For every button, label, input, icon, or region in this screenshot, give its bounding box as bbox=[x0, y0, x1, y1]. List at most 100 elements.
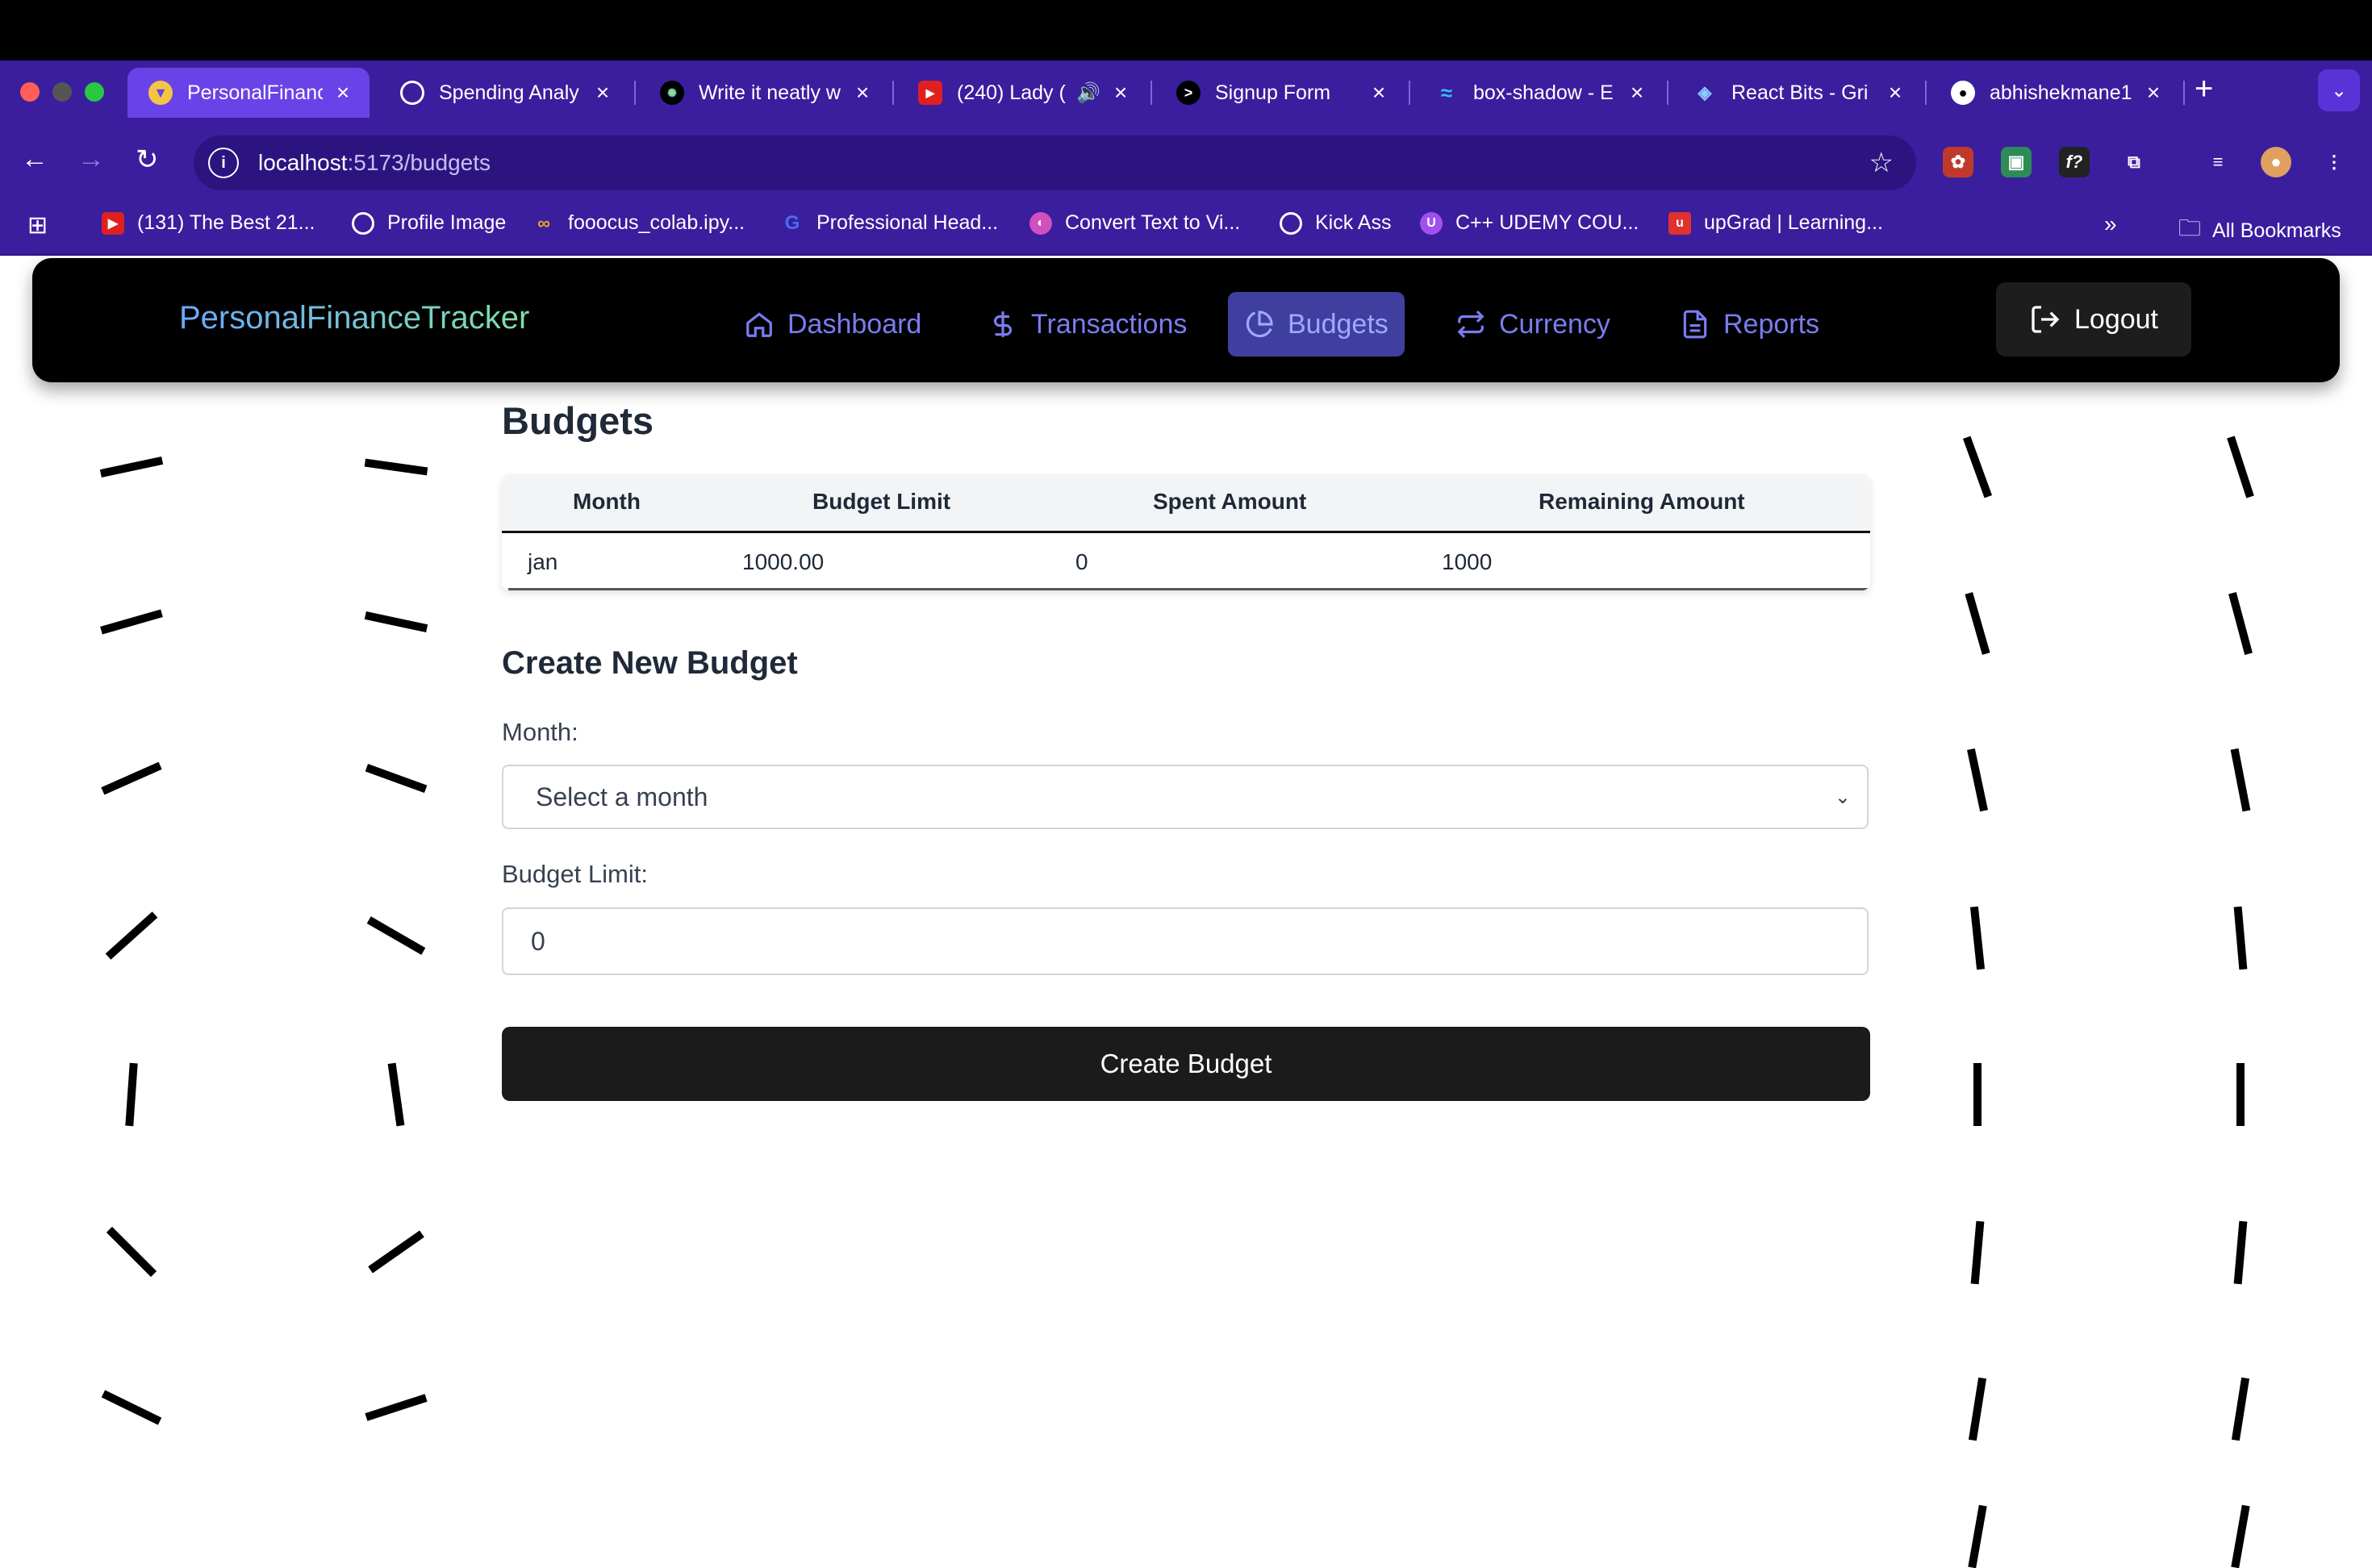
tab-separator bbox=[1925, 81, 1927, 105]
decorative-stick bbox=[99, 457, 164, 477]
budget-limit-input[interactable]: 0 bbox=[502, 907, 1869, 975]
close-tab-icon[interactable]: × bbox=[331, 80, 355, 106]
column-header-remaining-amount: Remaining Amount bbox=[1539, 489, 1745, 514]
bookmark-item[interactable]: Profile Image bbox=[352, 211, 506, 235]
browser-tab[interactable]: ● abhishekmane1 × bbox=[1930, 68, 2180, 118]
nav-currency[interactable]: Currency bbox=[1439, 292, 1627, 357]
top-black-bar bbox=[0, 0, 2372, 60]
app-navbar: PersonalFinanceTracker Dashboard Transac… bbox=[32, 258, 2340, 382]
cell-remaining-amount: 1000 bbox=[1442, 549, 1493, 574]
bookmark-item[interactable]: Kick Ass bbox=[1280, 211, 1391, 235]
close-tab-icon[interactable]: × bbox=[850, 80, 875, 106]
column-header-budget-limit: Budget Limit bbox=[812, 489, 951, 514]
decorative-stick bbox=[1962, 436, 1993, 498]
tab-label: abhishekmane1 bbox=[1990, 81, 2132, 104]
column-header-month: Month bbox=[573, 489, 641, 514]
bookmark-item[interactable]: ▶ (131) The Best 21... bbox=[102, 211, 315, 235]
swap-icon bbox=[1457, 311, 1485, 338]
decorative-stick bbox=[1965, 592, 1990, 655]
cell-month: jan bbox=[528, 549, 558, 574]
tab-search-button[interactable]: ⌄ bbox=[2318, 69, 2360, 111]
decorative-stick bbox=[2231, 1504, 2250, 1568]
bookmark-item[interactable]: U C++ UDEMY COU... bbox=[1420, 211, 1639, 235]
puzzle-icon[interactable]: ⧉ bbox=[2119, 147, 2149, 177]
decorative-stick bbox=[101, 1390, 162, 1425]
close-tab-icon[interactable]: × bbox=[2141, 80, 2165, 106]
minimize-window-button[interactable] bbox=[52, 82, 72, 102]
nav-dashboard[interactable]: Dashboard bbox=[728, 292, 938, 357]
apps-grid-icon[interactable]: ⊞ bbox=[27, 211, 48, 240]
browser-tab[interactable]: ◈ React Bits - Gri × bbox=[1672, 68, 1922, 118]
extension-icon[interactable]: ✿ bbox=[1943, 147, 1973, 177]
bookmark-item[interactable]: u upGrad | Learning... bbox=[1668, 211, 1883, 235]
browser-tab[interactable]: ▼ PersonalFinance × bbox=[127, 68, 370, 118]
bookmark-label: upGrad | Learning... bbox=[1704, 211, 1883, 234]
browser-tab[interactable]: > Signup Form × bbox=[1155, 68, 1405, 118]
tab-label: PersonalFinance bbox=[187, 81, 323, 104]
month-label: Month: bbox=[502, 718, 578, 746]
browser-tab[interactable]: ≈ box-shadow - E × bbox=[1414, 68, 1664, 118]
decorative-stick bbox=[387, 1062, 405, 1127]
folder-icon: 🗀 bbox=[2178, 215, 2202, 240]
nav-label: Currency bbox=[1499, 308, 1610, 340]
nav-label: Dashboard bbox=[787, 308, 922, 340]
new-tab-button[interactable]: + bbox=[2195, 71, 2213, 107]
browser-tab[interactable]: Spending Analy × bbox=[379, 68, 629, 118]
decorative-stick bbox=[368, 1230, 424, 1274]
bookmark-item[interactable]: G Professional Head... bbox=[781, 211, 998, 235]
reload-icon[interactable]: ↻ bbox=[136, 144, 159, 176]
row-divider bbox=[508, 588, 1870, 590]
maximize-window-button[interactable] bbox=[85, 82, 104, 102]
close-tab-icon[interactable]: × bbox=[591, 80, 615, 106]
all-bookmarks-button[interactable]: 🗀 All Bookmarks bbox=[2178, 211, 2341, 250]
bookmark-item[interactable]: ∞ fooocus_colab.ipy... bbox=[532, 211, 745, 235]
logout-button[interactable]: Logout bbox=[1996, 282, 2191, 357]
decorative-stick bbox=[1970, 1220, 1985, 1285]
close-tab-icon[interactable]: × bbox=[1109, 80, 1133, 106]
back-icon[interactable]: ← bbox=[21, 144, 48, 175]
address-bar[interactable]: i localhost:5173/budgets ☆ bbox=[194, 136, 1916, 190]
create-budget-button[interactable]: Create Budget bbox=[502, 1027, 1870, 1101]
react-bits-icon: ◈ bbox=[1698, 82, 1712, 102]
decorative-stick bbox=[1973, 1063, 1982, 1126]
decorative-stick bbox=[366, 916, 426, 955]
close-tab-icon[interactable]: × bbox=[1625, 80, 1649, 106]
prompt-icon: > bbox=[1176, 81, 1201, 105]
bookmark-item[interactable]: ◐ Convert Text to Vi... bbox=[1029, 211, 1240, 235]
tab-separator bbox=[1409, 81, 1410, 105]
forward-icon[interactable]: → bbox=[77, 144, 105, 175]
month-select[interactable]: Select a month ⌄ bbox=[502, 765, 1869, 829]
browser-tab[interactable]: ✺ Write it neatly w × bbox=[639, 68, 889, 118]
nav-transactions[interactable]: Transactions bbox=[971, 292, 1203, 357]
document-icon bbox=[1683, 310, 1707, 339]
extension-icon[interactable]: ▣ bbox=[2001, 147, 2032, 177]
site-info-icon[interactable]: i bbox=[208, 148, 239, 178]
decorative-stick bbox=[100, 609, 163, 635]
app-brand[interactable]: PersonalFinanceTracker bbox=[179, 300, 529, 336]
bookmarks-overflow-button[interactable]: » bbox=[2104, 211, 2117, 237]
bookmark-star-icon[interactable]: ☆ bbox=[1869, 147, 1894, 179]
close-window-button[interactable] bbox=[20, 82, 40, 102]
openai-icon: ✺ bbox=[660, 81, 684, 105]
nav-reports[interactable]: Reports bbox=[1664, 292, 1835, 357]
kebab-menu-icon[interactable]: ⋮ bbox=[2319, 147, 2349, 177]
decorative-stick bbox=[1968, 1504, 1987, 1568]
nav-budgets[interactable]: Budgets bbox=[1228, 292, 1405, 357]
url-host: localhost bbox=[258, 150, 348, 175]
decorative-stick bbox=[2230, 748, 2251, 812]
reading-list-icon[interactable]: ≡ bbox=[2203, 147, 2233, 177]
g-logo-icon: G bbox=[784, 211, 800, 234]
formula-extension-icon[interactable]: f? bbox=[2059, 147, 2090, 177]
close-tab-icon[interactable]: × bbox=[1883, 80, 1907, 106]
cell-budget-limit: 1000.00 bbox=[742, 549, 825, 574]
browser-tab[interactable]: ▶ (240) Lady ( 🔊 × bbox=[897, 68, 1147, 118]
youtube-icon: ▶ bbox=[102, 211, 124, 235]
nav-label: Budgets bbox=[1288, 308, 1389, 340]
close-tab-icon[interactable]: × bbox=[1367, 80, 1391, 106]
decorative-stick bbox=[2228, 592, 2253, 655]
audio-playing-icon[interactable]: 🔊 bbox=[1076, 81, 1100, 105]
tab-separator bbox=[1667, 81, 1668, 105]
profile-avatar[interactable]: ● bbox=[2261, 147, 2291, 177]
udemy-icon: U bbox=[1420, 211, 1443, 235]
github-icon: ● bbox=[1951, 81, 1975, 105]
